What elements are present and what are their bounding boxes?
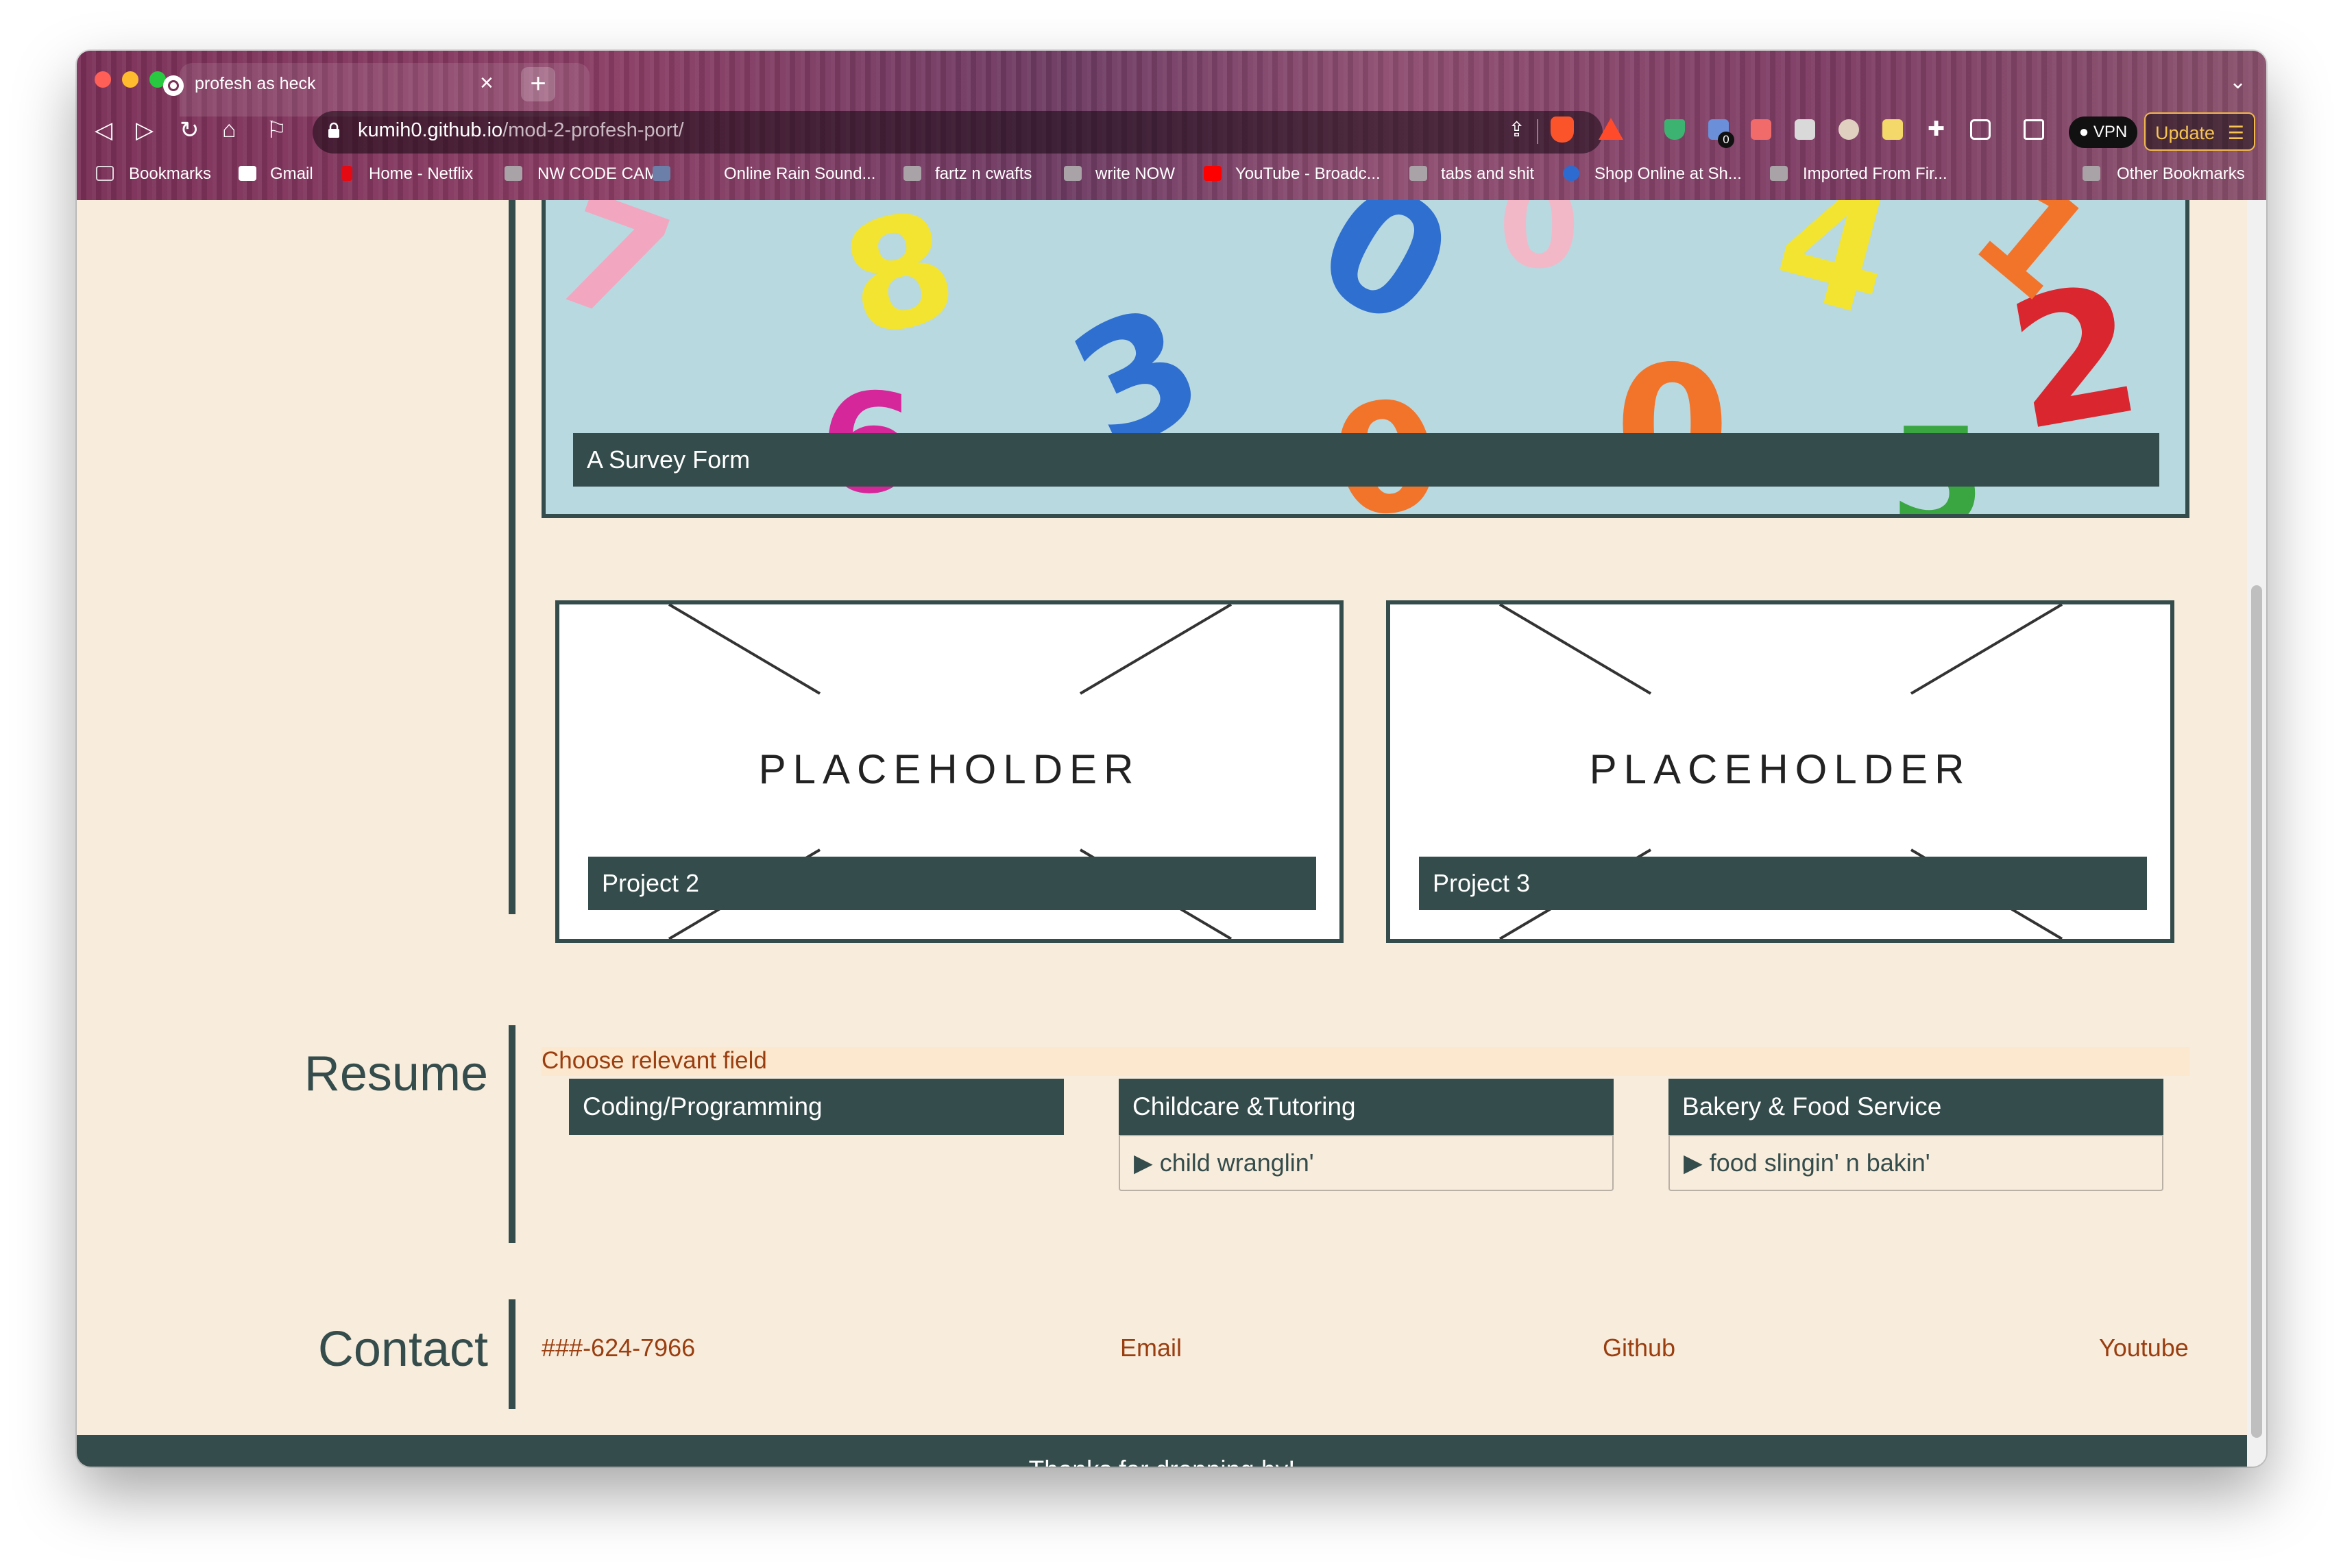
minimize-window-button[interactable] [122, 71, 138, 88]
number-decoration: 0 [1498, 200, 1580, 295]
resume-field-childcare[interactable]: Childcare &Tutoring [1119, 1079, 1614, 1135]
folder-icon [903, 166, 921, 181]
folder-icon [1770, 166, 1788, 181]
bookmark-item[interactable]: fartz n cwafts [935, 164, 1032, 184]
sidebar-icon[interactable] [1970, 119, 1991, 140]
wallet-icon[interactable] [2024, 119, 2044, 140]
project-caption[interactable]: A Survey Form [573, 433, 2159, 487]
project-caption[interactable]: Project 3 [1419, 857, 2147, 910]
scrollbar-thumb[interactable] [2251, 585, 2262, 1438]
back-icon[interactable]: ◁ [95, 117, 112, 144]
featured-project-image[interactable]: 7 8 3 6 0 0 0 4 2 5 0 1 A Survey Form [542, 200, 2189, 518]
bookmark-item[interactable]: Home - Netflix [369, 164, 473, 184]
number-decoration: 0 [1287, 200, 1482, 367]
bookmark-item[interactable]: Gmail [270, 164, 313, 184]
projects-divider [509, 200, 515, 914]
resume-field-prompt: Choose relevant field [542, 1047, 2189, 1076]
footer-text: Thanks for dropping by! [77, 1456, 2247, 1467]
resume-field-bakery[interactable]: Bakery & Food Service [1668, 1079, 2163, 1135]
browser-window: profesh as heck × + ⌄ ◁ ▷ ↻ ⌂ ⚐ kumih0.g… [77, 51, 2266, 1467]
chevron-down-icon[interactable]: ⌄ [2229, 70, 2246, 94]
resume-title: Resume [304, 1046, 488, 1101]
project-card[interactable]: PLACEHOLDER Project 2 [555, 600, 1344, 943]
shield-check-icon[interactable] [1664, 119, 1685, 140]
bookmarks-icon [96, 166, 114, 181]
brave-rewards-icon[interactable] [1599, 118, 1623, 140]
share-icon[interactable]: ⇪ [1508, 118, 1525, 142]
youtube-icon [1204, 166, 1222, 181]
lock-icon [328, 122, 339, 138]
close-window-button[interactable] [95, 71, 111, 88]
placeholder-text: PLACEHOLDER [758, 746, 1141, 792]
video-icon[interactable] [1751, 119, 1771, 140]
new-tab-button[interactable]: + [521, 67, 555, 101]
contact-youtube-link[interactable]: Youtube [2099, 1334, 2189, 1362]
home-icon[interactable]: ⌂ [222, 117, 236, 143]
app-icon[interactable] [1795, 119, 1815, 140]
brave-shield-icon[interactable] [1551, 117, 1574, 143]
update-button[interactable]: Update ☰ [2144, 112, 2255, 151]
contact-phone[interactable]: ###-624-7966 [542, 1334, 695, 1362]
tab-title: profesh as heck [195, 74, 316, 93]
menu-icon: ☰ [2227, 123, 2244, 143]
folder-icon [1064, 166, 1082, 181]
resume-detail-bakery[interactable]: ▶ food slingin' n bakin' [1668, 1135, 2163, 1191]
contact-github-link[interactable]: Github [1603, 1334, 1675, 1362]
netflix-icon [341, 166, 352, 181]
number-decoration: 7 [542, 200, 692, 361]
forward-icon[interactable]: ▷ [136, 117, 154, 144]
tab-close-icon[interactable]: × [480, 70, 494, 97]
globe-icon [163, 75, 184, 96]
bookmark-icon[interactable]: ⚐ [266, 117, 287, 144]
project-caption[interactable]: Project 2 [588, 857, 1316, 910]
address-divider [1537, 119, 1538, 144]
gmail-icon [239, 166, 256, 181]
contact-title: Contact [317, 1322, 488, 1377]
number-decoration: 4 [1758, 200, 1911, 354]
bookmark-item[interactable]: write NOW [1095, 164, 1175, 184]
extension-badge-count: 0 [1718, 132, 1734, 148]
page-content: 7 8 3 6 0 0 0 4 2 5 0 1 A Survey Form PL… [77, 200, 2247, 1467]
resume-field-coding[interactable]: Coding/Programming [569, 1079, 1064, 1135]
placeholder-text: PLACEHOLDER [1589, 746, 1971, 792]
vpn-button[interactable]: ● VPN [2069, 117, 2137, 148]
bookmark-item[interactable]: NW CODE CAMP [537, 164, 669, 184]
bookmark-item[interactable]: YouTube - Broadc... [1235, 164, 1381, 184]
bookmark-item[interactable]: Shop Online at Sh... [1594, 164, 1742, 184]
resume-divider [509, 1025, 515, 1243]
folder-icon [653, 166, 670, 181]
folder-icon [1409, 166, 1427, 181]
bookmark-item[interactable]: Imported From Fir... [1803, 164, 1947, 184]
number-decoration: 8 [826, 200, 973, 373]
browser-chrome: profesh as heck × + ⌄ ◁ ▷ ↻ ⌂ ⚐ kumih0.g… [77, 51, 2266, 200]
folder-icon [2083, 166, 2100, 181]
reload-icon[interactable]: ↻ [180, 117, 199, 144]
resume-detail-childcare[interactable]: ▶ child wranglin' [1119, 1135, 1614, 1191]
number-decoration: 0 [1615, 330, 1729, 518]
folder-icon [505, 166, 522, 181]
bookmark-item[interactable]: Bookmarks [129, 164, 211, 184]
shop-icon [1563, 166, 1579, 181]
owl-icon[interactable] [1838, 119, 1859, 140]
contact-divider [509, 1299, 515, 1409]
project-card[interactable]: PLACEHOLDER Project 3 [1386, 600, 2174, 943]
bookmark-item[interactable]: tabs and shit [1441, 164, 1534, 184]
notes-icon[interactable] [1882, 119, 1903, 140]
url-text[interactable]: kumih0.github.io/mod-2-profesh-port/ [358, 119, 684, 142]
bookmark-item[interactable]: Other Bookmarks [2117, 164, 2245, 184]
bookmark-item[interactable]: Online Rain Sound... [724, 164, 875, 184]
puzzle-icon[interactable]: ✚ [1928, 119, 1948, 140]
contact-email-link[interactable]: Email [1120, 1334, 1182, 1362]
